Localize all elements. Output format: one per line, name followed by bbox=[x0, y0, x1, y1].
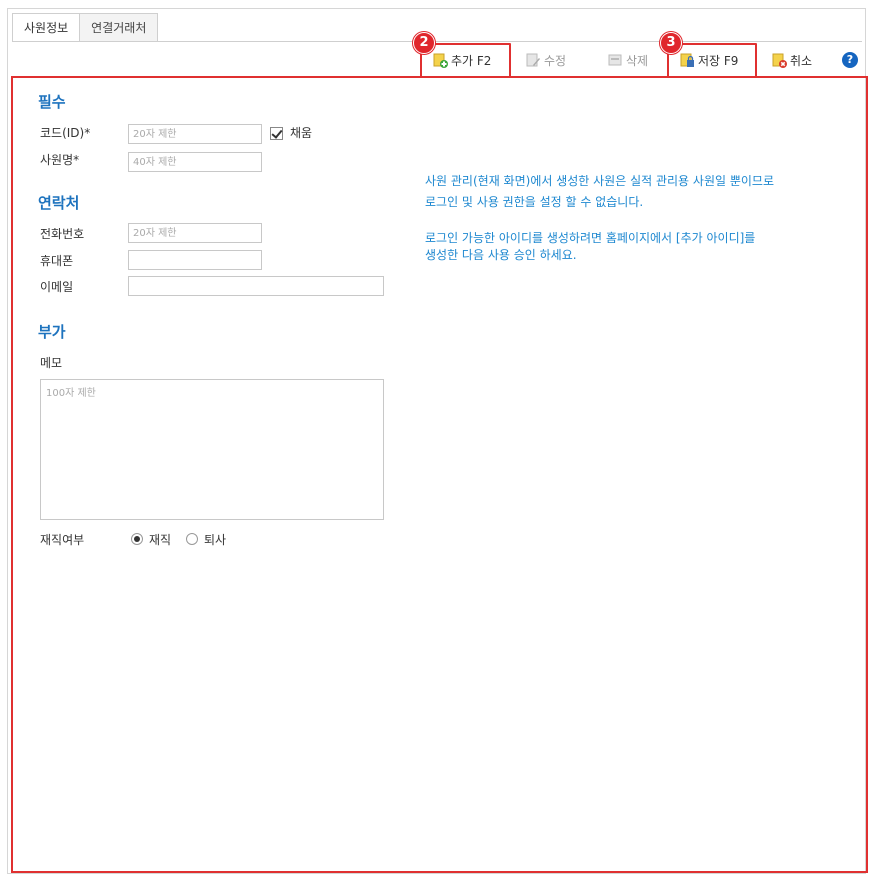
section-required-title: 필수 bbox=[38, 93, 66, 111]
tab-employee-info[interactable]: 사원정보 bbox=[12, 13, 81, 42]
phone-input[interactable] bbox=[128, 223, 262, 243]
help-icon[interactable]: ? bbox=[842, 52, 858, 68]
tab-divider bbox=[12, 41, 862, 42]
employee-name-input[interactable] bbox=[128, 152, 262, 172]
info-line-2: 로그인 및 사용 권한을 설정 할 수 없습니다. bbox=[425, 195, 644, 209]
phone-label: 전화번호 bbox=[40, 227, 85, 241]
step-badge-3: 3 bbox=[660, 32, 682, 54]
section-extra-title: 부가 bbox=[38, 323, 66, 341]
tab-linked-clients[interactable]: 연결거래처 bbox=[79, 13, 159, 41]
status-employed-radio[interactable] bbox=[131, 533, 143, 545]
delete-button[interactable]: 삭제 bbox=[607, 48, 648, 72]
status-resigned-label: 퇴사 bbox=[204, 533, 227, 547]
info-line-4: 생성한 다음 사용 승인 하세요. bbox=[425, 248, 577, 262]
email-input[interactable] bbox=[128, 276, 384, 296]
memo-textarea[interactable] bbox=[40, 379, 384, 520]
memo-label: 메모 bbox=[40, 356, 63, 370]
employment-status-label: 재직여부 bbox=[40, 533, 85, 547]
info-line-1: 사원 관리(현재 화면)에서 생성한 사원은 실적 관리용 사원일 뿐이므로 bbox=[425, 174, 775, 188]
edit-button-label: 수정 bbox=[544, 53, 567, 68]
cancel-doc-icon bbox=[772, 53, 787, 68]
auto-fill-checkbox[interactable] bbox=[270, 127, 283, 140]
employee-name-label: 사원명* bbox=[40, 153, 80, 167]
auto-fill-label: 채움 bbox=[290, 126, 313, 140]
tab-strip: 사원정보 연결거래처 bbox=[12, 13, 159, 42]
email-label: 이메일 bbox=[40, 280, 74, 294]
step-badge-2: 2 bbox=[413, 32, 435, 54]
delete-button-label: 삭제 bbox=[626, 53, 649, 68]
mobile-label: 휴대폰 bbox=[40, 254, 74, 268]
status-resigned-radio[interactable] bbox=[186, 533, 198, 545]
edit-doc-icon bbox=[526, 53, 540, 67]
cancel-button[interactable]: 취소 bbox=[771, 48, 812, 72]
code-label: 코드(ID)* bbox=[40, 126, 91, 140]
delete-doc-icon bbox=[608, 54, 622, 66]
mobile-input[interactable] bbox=[128, 250, 262, 270]
code-input[interactable] bbox=[128, 124, 262, 144]
section-contact-title: 연락처 bbox=[38, 194, 80, 212]
status-employed-label: 재직 bbox=[149, 533, 172, 547]
cancel-button-label: 취소 bbox=[790, 53, 813, 68]
edit-button[interactable]: 수정 bbox=[525, 48, 566, 72]
